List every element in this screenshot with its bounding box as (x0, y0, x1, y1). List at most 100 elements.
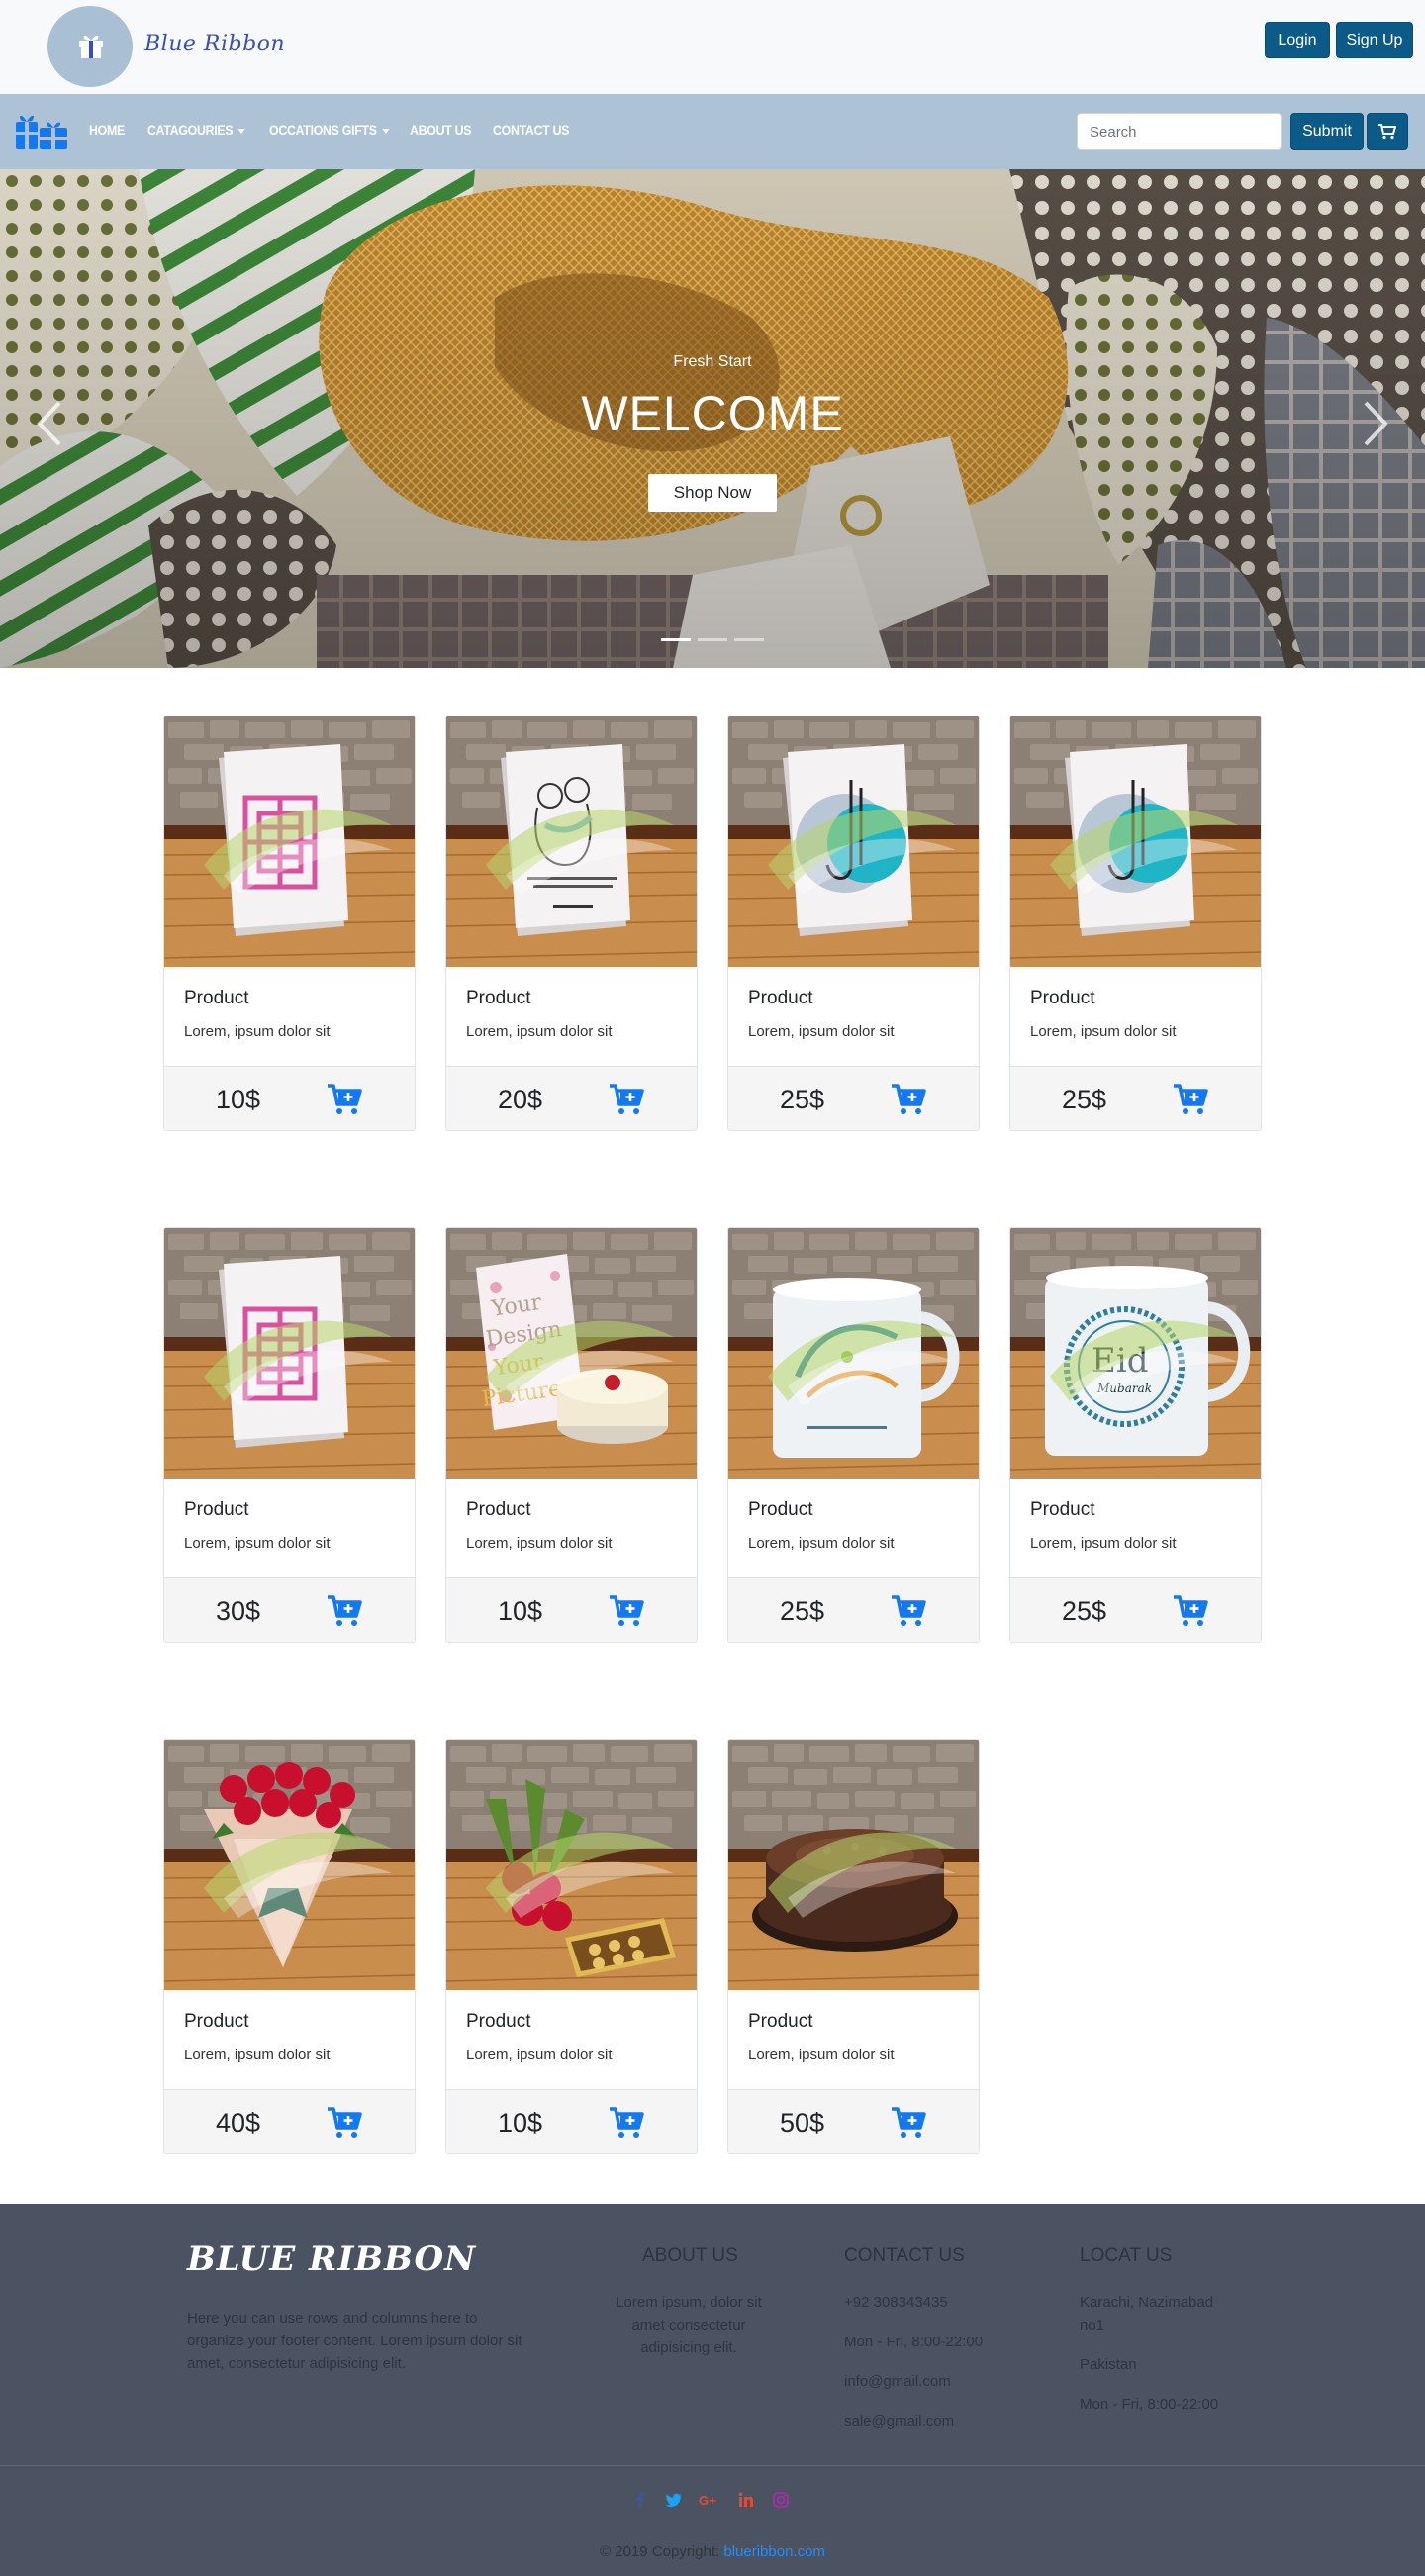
product-footer: 25$ (1010, 1577, 1261, 1642)
top-header: Blue Ribbon Login Sign Up (0, 0, 1425, 94)
add-to-cart-icon[interactable] (891, 1083, 926, 1116)
product-card[interactable]: YourDesignYourPicture Product Lorem, ipsum… (445, 1227, 698, 1643)
product-footer: 25$ (1010, 1066, 1261, 1130)
cart-button[interactable] (1367, 113, 1408, 150)
nav-contact-label: CONTACT US (493, 122, 570, 138)
add-to-cart-icon[interactable] (609, 2106, 644, 2140)
cart-icon (1378, 124, 1396, 140)
product-title: Product (466, 1499, 531, 1520)
twitter-icon[interactable] (663, 2490, 683, 2510)
footer-description: Here you can use rows and columns here t… (187, 2310, 522, 2372)
carousel-indicator-1[interactable] (661, 638, 691, 641)
footer-divider (0, 2465, 1425, 2466)
product-image[interactable] (446, 1740, 697, 1990)
product-image[interactable] (164, 1228, 415, 1479)
product-image[interactable]: YourDesignYourPicture (446, 1228, 697, 1479)
product-image[interactable] (728, 716, 979, 967)
nav-categories-dropdown[interactable]: CATAGOURIES (147, 122, 245, 138)
footer-locate-country: Pakistan (1080, 2356, 1137, 2373)
add-to-cart-icon[interactable] (327, 1083, 362, 1116)
nav-home[interactable]: HOME (89, 122, 125, 138)
product-title: Product (1030, 1499, 1095, 1520)
product-image[interactable] (446, 716, 697, 967)
logo[interactable] (48, 6, 133, 87)
product-title: Product (184, 2011, 249, 2032)
nav-contact[interactable]: CONTACT US (493, 122, 569, 138)
search-input[interactable] (1077, 113, 1282, 150)
product-footer: 30$ (164, 1577, 415, 1642)
product-image[interactable] (728, 1740, 979, 1990)
product-footer: 20$ (446, 1066, 697, 1130)
add-to-cart-icon[interactable] (1173, 1594, 1208, 1628)
product-price: 30$ (216, 1596, 261, 1626)
product-price: 25$ (780, 1596, 825, 1626)
product-price: 10$ (216, 1085, 261, 1114)
footer-brand: BLUE RIBBON (187, 2240, 477, 2279)
product-card[interactable]: Product Lorem, ipsum dolor sit 25$ (1009, 716, 1262, 1131)
product-price: 25$ (780, 1085, 825, 1114)
add-to-cart-icon[interactable] (891, 1594, 926, 1628)
brand-name[interactable]: Blue Ribbon (144, 32, 285, 56)
product-image[interactable] (1010, 716, 1261, 967)
product-card[interactable]: Product Lorem, ipsum dolor sit 50$ (727, 1739, 980, 2154)
add-to-cart-icon[interactable] (609, 1594, 644, 1628)
product-footer: 25$ (728, 1066, 979, 1130)
carousel-indicator-2[interactable] (698, 638, 727, 641)
product-card[interactable]: Product Lorem, ipsum dolor sit 20$ (445, 716, 698, 1131)
add-to-cart-icon[interactable] (1173, 1083, 1208, 1116)
gifts-icon[interactable] (16, 110, 67, 151)
footer-contact-phone[interactable]: +92 308343435 (844, 2291, 948, 2314)
add-to-cart-icon[interactable] (327, 2106, 362, 2140)
footer: BLUE RIBBON Here you can use rows and co… (0, 2204, 1425, 2576)
product-card[interactable]: Product Lorem, ipsum dolor sit 40$ (163, 1739, 416, 2154)
nav-occasions-label: OCCATIONS GIFTS (269, 122, 377, 138)
copyright-text: © 2019 Copyright: (600, 2543, 720, 2560)
product-title: Product (184, 1499, 249, 1520)
product-image[interactable] (728, 1228, 979, 1479)
product-card[interactable]: Product Lorem, ipsum dolor sit 10$ (445, 1739, 698, 2154)
hero-subtitle: Fresh Start (673, 353, 752, 370)
carousel-indicator-3[interactable] (734, 638, 764, 641)
product-image[interactable]: EidMubarak (1010, 1228, 1261, 1479)
caret-down-icon (382, 128, 390, 134)
product-price: 20$ (498, 1085, 543, 1114)
product-description: Lorem, ipsum dolor sit (184, 2047, 331, 2063)
copyright: © 2019 Copyright: blueribbon.com (0, 2543, 1425, 2560)
nav-occasions-dropdown[interactable]: OCCATIONS GIFTS (269, 122, 390, 138)
svg-text:G+: G+ (699, 2493, 716, 2508)
product-image[interactable] (164, 716, 415, 967)
nav-about[interactable]: ABOUT US (410, 122, 471, 138)
instagram-icon[interactable] (771, 2490, 791, 2510)
product-footer: 25$ (728, 1577, 979, 1642)
product-card[interactable]: Product Lorem, ipsum dolor sit 10$ (163, 716, 416, 1131)
hero-carousel: Fresh Start WELCOME Shop Now (0, 169, 1425, 668)
product-card[interactable]: Product Lorem, ipsum dolor sit 30$ (163, 1227, 416, 1643)
copyright-link[interactable]: blueribbon.com (723, 2543, 825, 2560)
footer-contact-email-sale[interactable]: sale@gmail.com (844, 2410, 954, 2433)
product-card[interactable]: EidMubarak Product Lorem, ipsum dolor sit 2… (1009, 1227, 1262, 1643)
product-title: Product (1030, 988, 1095, 1008)
submit-button[interactable]: Submit (1290, 113, 1364, 150)
footer-contact-email-info[interactable]: info@gmail.com (844, 2370, 951, 2393)
product-description: Lorem, ipsum dolor sit (1030, 1023, 1177, 1040)
facebook-icon[interactable] (630, 2490, 650, 2510)
login-button[interactable]: Login (1265, 22, 1330, 58)
linkedin-icon[interactable] (736, 2490, 756, 2510)
product-price: 10$ (498, 1596, 543, 1626)
product-card[interactable]: Product Lorem, ipsum dolor sit 25$ (727, 1227, 980, 1643)
shop-now-button[interactable]: Shop Now (648, 474, 777, 512)
nav-home-label: HOME (89, 122, 125, 138)
product-title: Product (184, 988, 249, 1008)
product-footer: 50$ (728, 2089, 979, 2153)
add-to-cart-icon[interactable] (609, 1083, 644, 1116)
google-plus-icon[interactable]: G+ (699, 2490, 718, 2510)
product-description: Lorem, ipsum dolor sit (1030, 1535, 1177, 1552)
add-to-cart-icon[interactable] (891, 2106, 926, 2140)
product-footer: 10$ (446, 2089, 697, 2153)
product-card[interactable]: Product Lorem, ipsum dolor sit 25$ (727, 716, 980, 1131)
product-price: 25$ (1062, 1085, 1107, 1114)
product-image[interactable] (164, 1740, 415, 1990)
footer-contact-hours: Mon - Fri, 8:00-22:00 (844, 2334, 984, 2350)
add-to-cart-icon[interactable] (327, 1594, 362, 1628)
signup-button[interactable]: Sign Up (1336, 22, 1413, 58)
